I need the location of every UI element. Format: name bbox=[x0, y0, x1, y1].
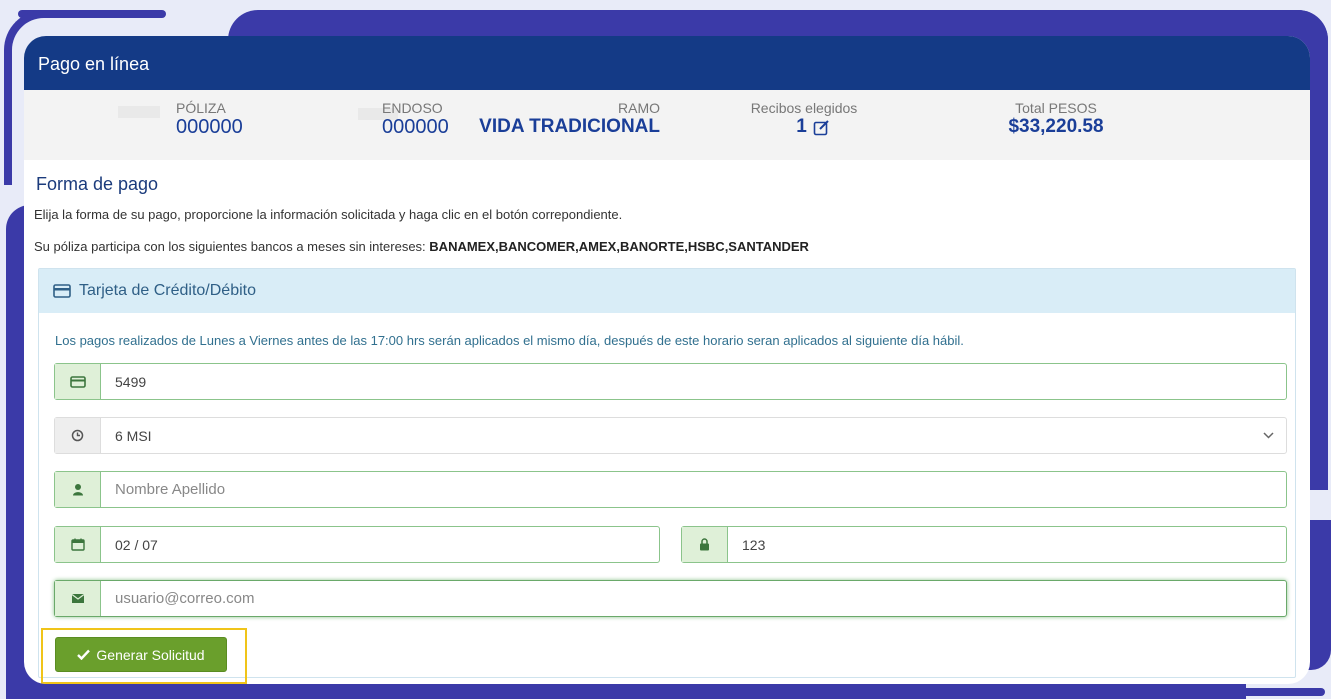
email-field[interactable]: usuario@correo.com bbox=[54, 580, 1287, 617]
section-title: Forma de pago bbox=[36, 174, 159, 194]
installments-select[interactable]: 6 MSI bbox=[54, 417, 1287, 454]
check-icon bbox=[77, 649, 91, 660]
payment-card: Pago en línea PÓLIZA 000000 ENDOSO 00000… bbox=[24, 36, 1310, 684]
edit-icon[interactable] bbox=[813, 119, 830, 136]
ramo-column: RAMO VIDA TRADICIONAL bbox=[460, 100, 660, 138]
expiry-field[interactable]: 02 / 07 bbox=[54, 526, 660, 563]
poliza-label: PÓLIZA bbox=[176, 100, 226, 116]
recibos-label: Recibos elegidos bbox=[750, 100, 858, 116]
card-panel-header: Tarjeta de Crédito/Débito bbox=[39, 269, 1295, 313]
total-label: Total PESOS bbox=[1015, 100, 1097, 116]
email-value[interactable]: usuario@correo.com bbox=[101, 581, 1286, 616]
banks-prefix: Su póliza participa con los siguientes b… bbox=[34, 239, 426, 254]
banks-text: Su póliza participa con los siguientes b… bbox=[34, 239, 1310, 254]
cardholder-name-placeholder[interactable]: Nombre Apellido bbox=[101, 472, 1286, 507]
generate-request-button[interactable]: Generar Solicitud bbox=[55, 637, 227, 672]
generate-request-label: Generar Solicitud bbox=[96, 646, 205, 663]
policy-summary: PÓLIZA 000000 ENDOSO 000000 RAMO VIDA TR… bbox=[24, 90, 1310, 160]
instructions-text: Elija la forma de su pago, proporcione l… bbox=[34, 207, 623, 222]
endoso-label: ENDOSO bbox=[382, 100, 443, 116]
cvv-value[interactable]: 123 bbox=[728, 527, 1286, 562]
endoso-value: 000000 bbox=[382, 116, 449, 138]
clock-icon bbox=[55, 418, 101, 453]
expiry-value[interactable]: 02 / 07 bbox=[101, 527, 659, 562]
credit-card-icon bbox=[53, 284, 71, 298]
ramo-value: VIDA TRADICIONAL bbox=[479, 116, 660, 137]
recibos-column: Recibos elegidos 1 bbox=[724, 100, 884, 138]
banks-list: BANAMEX,BANCOMER,AMEX,BANORTE,HSBC,SANTA… bbox=[429, 239, 809, 254]
schedule-notice: Los pagos realizados de Lunes a Viernes … bbox=[55, 333, 964, 348]
decorative-bar-bottom bbox=[1165, 688, 1325, 696]
poliza-column: PÓLIZA 000000 bbox=[176, 100, 243, 139]
chevron-down-icon[interactable] bbox=[1263, 418, 1274, 453]
envelope-icon bbox=[55, 581, 101, 616]
recibos-value-wrap: 1 bbox=[724, 116, 884, 138]
endoso-column: ENDOSO 000000 bbox=[382, 100, 449, 139]
page-title: Pago en línea bbox=[24, 36, 1310, 90]
installments-value[interactable]: 6 MSI bbox=[101, 418, 1263, 453]
total-column: Total PESOS $33,220.58 bbox=[986, 100, 1126, 138]
calendar-icon bbox=[55, 527, 101, 562]
credit-card-icon bbox=[55, 364, 101, 399]
user-icon bbox=[55, 472, 101, 507]
total-value: $33,220.58 bbox=[1008, 116, 1104, 137]
recibos-value: 1 bbox=[796, 116, 807, 137]
card-number-value[interactable]: 5499 bbox=[101, 364, 1286, 399]
ramo-label: RAMO bbox=[618, 100, 660, 116]
card-number-field[interactable]: 5499 bbox=[54, 363, 1287, 400]
cardholder-name-field[interactable]: Nombre Apellido bbox=[54, 471, 1287, 508]
blank-placeholder bbox=[118, 106, 160, 118]
poliza-value: 000000 bbox=[176, 116, 243, 138]
cvv-field[interactable]: 123 bbox=[681, 526, 1287, 563]
card-panel-title: Tarjeta de Crédito/Débito bbox=[79, 282, 256, 299]
lock-icon bbox=[682, 527, 728, 562]
